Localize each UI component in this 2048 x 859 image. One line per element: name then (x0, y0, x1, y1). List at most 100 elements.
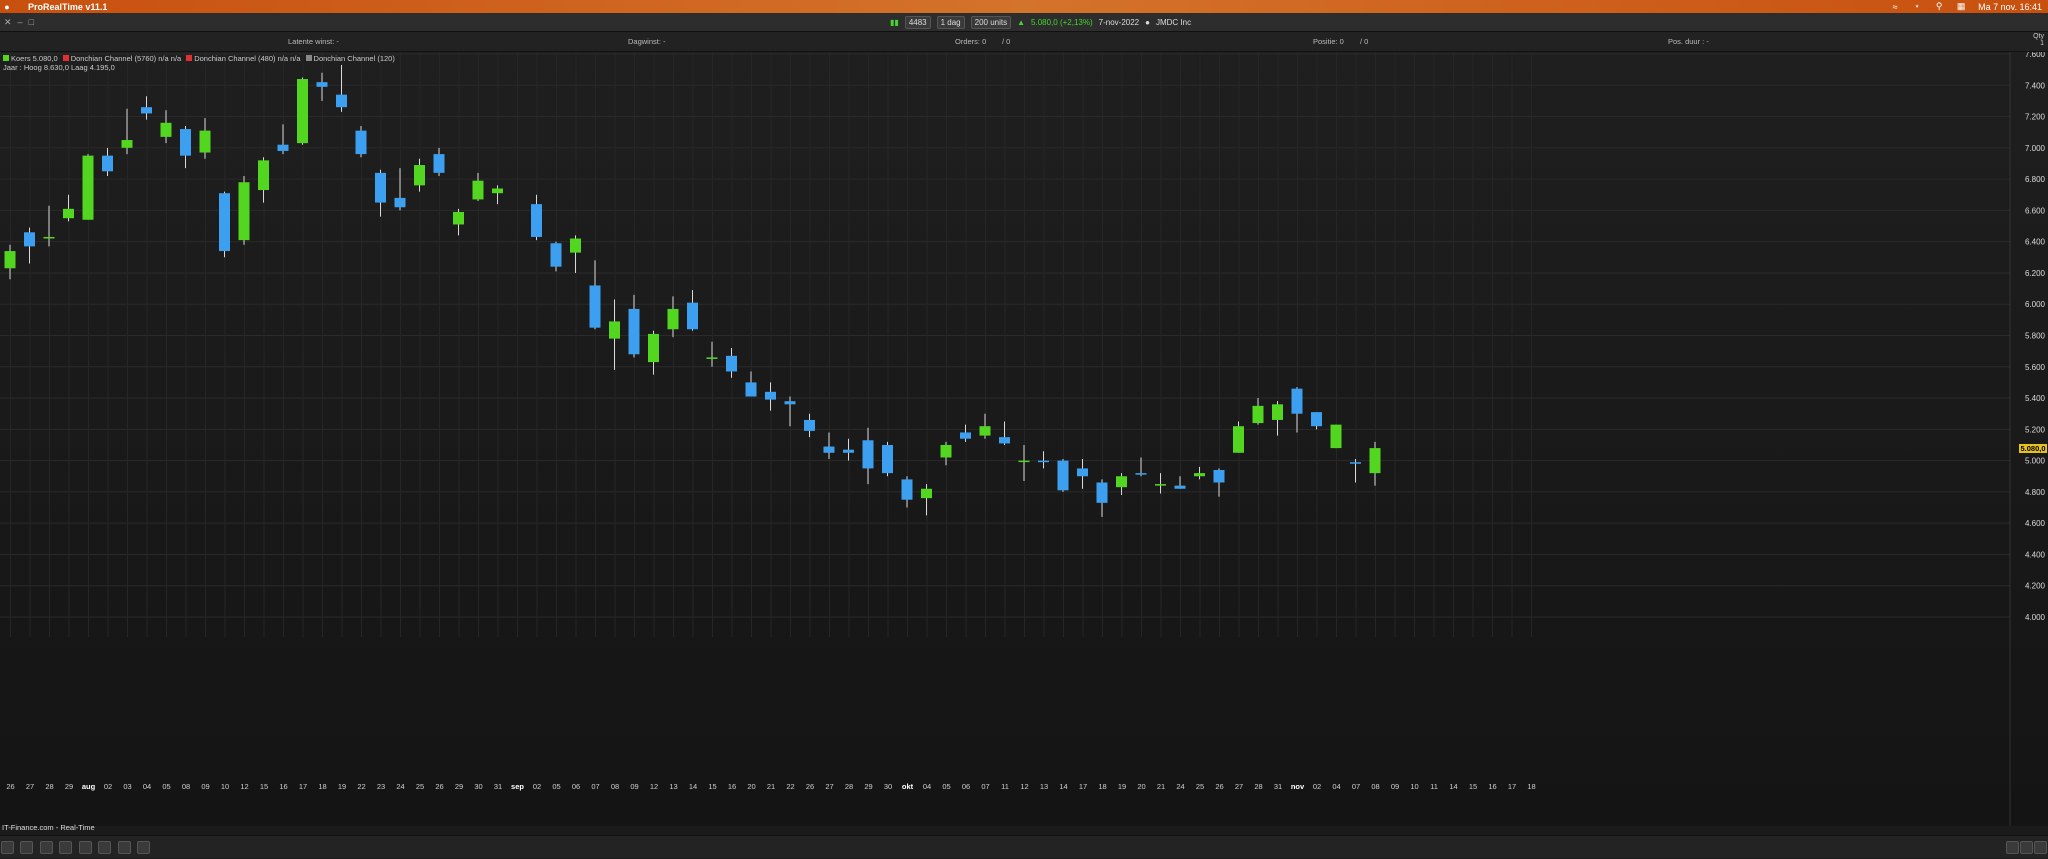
y-tick-label: 4.800 (2025, 488, 2046, 497)
y-tick-label: 4.400 (2025, 550, 2046, 559)
position-count[interactable]: Positie: 0 (1313, 37, 1344, 46)
candle-body (726, 355, 737, 372)
search-icon[interactable]: ⚲ (1934, 1, 1944, 12)
candle-body (1174, 485, 1186, 489)
apple-icon[interactable]: ● (0, 2, 14, 12)
candle-body (882, 444, 893, 474)
qty-box[interactable]: Qty 1 (2033, 33, 2044, 47)
control-center-icon[interactable]: ▦ (1956, 1, 1966, 12)
zoom-out-icon[interactable] (2020, 841, 2033, 854)
legend-koers[interactable]: Koers 5.080,0 (3, 54, 58, 63)
minimize-icon[interactable]: – (18, 17, 23, 28)
x-tick-label: 30 (474, 782, 482, 791)
quote-date: 7-nov-2022 (1098, 18, 1140, 27)
x-tick-label: 13 (669, 782, 677, 791)
y-tick-label: 5.400 (2025, 394, 2046, 403)
x-tick-label: 20 (1137, 782, 1145, 791)
orders-count[interactable]: Orders: 0 (955, 37, 986, 46)
copy-icon[interactable] (137, 841, 151, 854)
crosshair-icon[interactable] (59, 841, 73, 854)
grid-icon[interactable] (78, 841, 92, 854)
x-tick-label: sep (511, 782, 524, 791)
data-source: IT-Finance.com - Real-Time (2, 823, 95, 832)
candle-body (1369, 448, 1381, 474)
x-tick-label: 15 (708, 782, 716, 791)
price-change: 5.080,0 (+2,13%) (1031, 18, 1093, 27)
y-tick-label: 5.600 (2025, 363, 2046, 372)
legend-dc3[interactable]: Donchian Channel (120) (305, 54, 395, 63)
x-tick-label: 19 (338, 782, 346, 791)
x-tick-label: 31 (494, 782, 502, 791)
x-tick-label: 08 (1371, 782, 1379, 791)
x-tick-label: 03 (123, 782, 131, 791)
candle-body (1077, 468, 1088, 477)
x-tick-label: 27 (1235, 782, 1243, 791)
wifi-icon[interactable]: ≈ (1890, 2, 1900, 12)
x-tick-label: 28 (845, 782, 853, 791)
qty-label: Qty (2033, 33, 2044, 40)
x-tick-label: 20 (747, 782, 755, 791)
x-tick-label: 12 (240, 782, 248, 791)
indicator-icon[interactable] (98, 841, 112, 854)
x-tick-label: 26 (6, 782, 14, 791)
y-tick-label: 7.400 (2025, 81, 2046, 90)
candle-body (687, 302, 698, 330)
x-tick-label: 07 (1352, 782, 1360, 791)
candle-body (706, 357, 718, 359)
ticker-select[interactable]: 4483 (904, 16, 931, 29)
fit-icon[interactable] (2034, 841, 2047, 854)
cursor-icon[interactable] (39, 841, 53, 854)
pencil-icon[interactable] (1, 841, 14, 854)
period-select[interactable]: 1 dag (936, 16, 965, 29)
close-icon[interactable]: ✕ (4, 17, 12, 28)
restore-icon[interactable]: □ (29, 17, 34, 28)
candle-body (375, 172, 386, 203)
candle-body (843, 449, 854, 453)
x-tick-label: 02 (1313, 782, 1321, 791)
candle-body (141, 107, 152, 114)
x-tick-label: 28 (45, 782, 53, 791)
candle-body (862, 440, 874, 469)
candle-body (1233, 426, 1244, 453)
zoom-in-icon[interactable] (2006, 841, 2019, 854)
chart-area[interactable]: 4.000 4.200 4.400 4.600 4.800 5.000 5.200 5.400… (0, 50, 2048, 826)
candle-body (394, 197, 406, 208)
legend-dc2[interactable]: Donchian Channel (480) n/a n/a (186, 54, 301, 63)
x-tick-label: aug (82, 782, 96, 791)
units-select[interactable]: 200 units (970, 16, 1012, 29)
y-tick-label: 4.000 (2025, 613, 2046, 622)
bluetooth-icon[interactable]: ⋆ (1912, 1, 1922, 12)
latent-profit: Latente winst: - (288, 37, 339, 46)
y-tick-label: 6.200 (2025, 269, 2046, 278)
x-tick-label: 04 (143, 782, 151, 791)
layers-icon[interactable] (117, 841, 131, 854)
legend-dc1[interactable]: Donchian Channel (5760) n/a n/a (62, 54, 181, 63)
x-tick-label: 16 (1488, 782, 1496, 791)
x-tick-label: 12 (1020, 782, 1028, 791)
chart-type-icon[interactable]: ▮▮ (890, 18, 899, 27)
y-tick-label: 6.400 (2025, 238, 2046, 247)
x-tick-label: 27 (26, 782, 34, 791)
x-tick-label: 11 (1430, 782, 1438, 791)
alert-icon[interactable]: ▲ (1017, 18, 1025, 27)
x-tick-label: 07 (591, 782, 599, 791)
x-tick-label: 22 (786, 782, 794, 791)
candle-body (63, 208, 74, 219)
candle-body (609, 321, 620, 339)
position-duration: Pos. duur : - (1668, 37, 1709, 46)
x-tick-label: 11 (1001, 782, 1009, 791)
candle-body (238, 182, 250, 241)
x-tick-label: 26 (435, 782, 443, 791)
candle-body (24, 232, 35, 247)
candle-body (999, 437, 1010, 444)
candle-body (433, 154, 445, 173)
y-tick-label: 7.600 (2025, 52, 2046, 59)
info-icon[interactable]: ● (1145, 18, 1150, 27)
price-chart[interactable]: 4.000 4.200 4.400 4.600 4.800 5.000 5.200 5.400… (0, 50, 2048, 826)
candle-body (43, 236, 55, 239)
candle-body (1272, 404, 1283, 420)
line-tool-icon[interactable] (20, 841, 34, 854)
qty-value[interactable]: 1 (2033, 40, 2044, 47)
candle-body (667, 308, 679, 330)
candle-body (258, 160, 269, 191)
